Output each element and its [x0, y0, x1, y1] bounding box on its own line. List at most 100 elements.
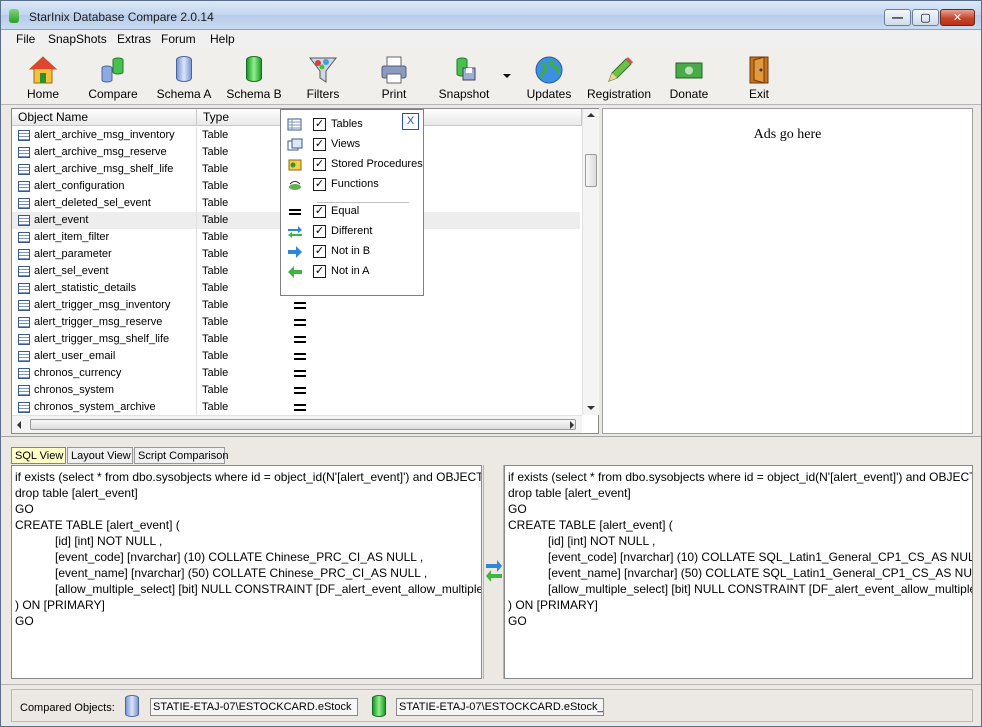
- snapshot-dropdown-arrow[interactable]: [503, 74, 511, 78]
- horizontal-scrollbar[interactable]: [12, 415, 582, 433]
- object-name: alert_trigger_msg_shelf_life: [34, 333, 170, 345]
- filter-stored-procedures-checkbox[interactable]: ✓: [313, 158, 326, 171]
- filter-equal[interactable]: ✓ Equal: [281, 203, 423, 221]
- table-row[interactable]: alert_user_email Table: [12, 348, 580, 365]
- object-type: Table: [202, 350, 229, 362]
- column-separator: [196, 331, 197, 348]
- column-header-object-name[interactable]: Object Name: [12, 109, 197, 126]
- ads-text: Ads go here: [753, 127, 822, 142]
- menu-forum[interactable]: Forum: [161, 32, 196, 46]
- sql-pane-left[interactable]: if exists (select * from dbo.sysobjects …: [11, 465, 482, 679]
- filter-functions-checkbox[interactable]: ✓: [313, 178, 326, 191]
- sync-arrows-icon[interactable]: [485, 556, 503, 584]
- table-row[interactable]: chronos_currency Table: [12, 365, 580, 382]
- arrow-right-icon: [288, 246, 302, 258]
- table-icon: [18, 181, 30, 192]
- donate-button[interactable]: Donate: [665, 48, 713, 104]
- snapshot-label: Snapshot: [438, 87, 490, 101]
- filter-not-in-b[interactable]: ✓ Not in B: [281, 243, 423, 261]
- sql-pane-right[interactable]: if exists (select * from dbo.sysobjects …: [504, 465, 973, 679]
- filter-equal-label: Equal: [331, 205, 360, 217]
- menu-extras[interactable]: Extras: [117, 32, 151, 46]
- filter-not-in-b-label: Not in B: [331, 245, 371, 257]
- filter-stored-procedures[interactable]: ✓ Stored Procedures: [281, 156, 423, 174]
- object-type: Table: [202, 231, 229, 243]
- compared-objects-box: Compared Objects: STATIE-ETAJ-07\ESTOCKC…: [11, 689, 973, 722]
- sql-line: drop table [alert_event]: [508, 486, 631, 500]
- updates-button[interactable]: Updates: [523, 48, 575, 104]
- filter-not-in-b-checkbox[interactable]: ✓: [313, 245, 326, 258]
- vertical-scroll-thumb[interactable]: [585, 154, 597, 187]
- scroll-down-icon[interactable]: [587, 406, 595, 410]
- tab-script-comparison[interactable]: Script Comparison: [134, 447, 228, 464]
- sql-line: [event_code] [nvarchar] (10) COLLATE Chi…: [15, 550, 424, 564]
- object-type: Table: [202, 367, 229, 379]
- filter-tables[interactable]: ✓ Tables: [281, 116, 423, 134]
- minimize-button[interactable]: —: [884, 9, 911, 26]
- registration-button[interactable]: Registration: [585, 48, 653, 104]
- database-a-field: STATIE-ETAJ-07\ESTOCKCARD.eStock: [150, 698, 358, 716]
- schema-a-button[interactable]: Schema A: [153, 48, 215, 104]
- column-header-type[interactable]: Type: [197, 109, 287, 126]
- table-row[interactable]: alert_trigger_msg_reserve Table: [12, 314, 580, 331]
- close-button[interactable]: ✕: [940, 9, 975, 26]
- table-icon: [18, 266, 30, 277]
- object-name: alert_item_filter: [34, 231, 110, 243]
- exit-button[interactable]: Exit: [737, 48, 781, 104]
- exit-label: Exit: [748, 87, 769, 101]
- scroll-left-icon[interactable]: [17, 421, 21, 429]
- horizontal-scroll-thumb[interactable]: [30, 419, 576, 430]
- object-name: alert_archive_msg_reserve: [34, 146, 167, 158]
- filter-tables-checkbox[interactable]: ✓: [313, 118, 326, 131]
- schema-a-icon: [169, 54, 199, 86]
- column-separator: [196, 161, 197, 178]
- filter-not-in-a-checkbox[interactable]: ✓: [313, 265, 326, 278]
- snapshot-button[interactable]: Snapshot: [431, 48, 497, 104]
- filter-functions[interactable]: ✓ Functions: [281, 176, 423, 194]
- table-row[interactable]: chronos_system Table: [12, 382, 580, 399]
- filter-not-in-a-label: Not in A: [331, 265, 370, 277]
- filter-different-checkbox[interactable]: ✓: [313, 225, 326, 238]
- filters-button[interactable]: Filters: [298, 48, 348, 104]
- tab-sql-view[interactable]: SQL View: [11, 447, 66, 464]
- maximize-button[interactable]: ▢: [912, 9, 939, 26]
- tables-icon: [287, 118, 302, 131]
- column-separator: [196, 382, 197, 399]
- scroll-right-icon[interactable]: [570, 421, 574, 429]
- compare-button[interactable]: Compare: [83, 48, 143, 104]
- menu-snapshots[interactable]: SnapShots: [48, 32, 107, 46]
- schema-b-button[interactable]: Schema B: [223, 48, 285, 104]
- filter-views-checkbox[interactable]: ✓: [313, 138, 326, 151]
- table-icon: [18, 402, 30, 413]
- filter-not-in-a[interactable]: ✓ Not in A: [281, 263, 423, 281]
- filter-equal-checkbox[interactable]: ✓: [313, 205, 326, 218]
- filters-label: Filters: [306, 87, 340, 101]
- table-row[interactable]: alert_trigger_msg_shelf_life Table: [12, 331, 580, 348]
- close-icon: ✕: [952, 12, 963, 24]
- filter-views[interactable]: ✓ Views: [281, 136, 423, 154]
- tab-layout-view[interactable]: Layout View: [67, 447, 133, 464]
- vertical-scrollbar[interactable]: [582, 109, 599, 415]
- app-window: StarInix Database Compare 2.0.14 — ▢ ✕ F…: [0, 0, 982, 727]
- sql-gutter: [483, 465, 504, 679]
- arrow-left-icon: [288, 266, 302, 278]
- object-name: alert_configuration: [34, 180, 125, 192]
- object-name: alert_trigger_msg_inventory: [34, 299, 171, 311]
- print-button[interactable]: Print: [369, 48, 419, 104]
- horizontal-splitter[interactable]: [1, 436, 981, 442]
- table-row[interactable]: chronos_system_archive Table: [12, 399, 580, 416]
- door-exit-icon: [749, 56, 769, 84]
- table-icon: [18, 215, 30, 226]
- filter-different[interactable]: ✓ Different: [281, 223, 423, 241]
- object-type: Table: [202, 129, 229, 141]
- table-row[interactable]: alert_trigger_msg_inventory Table: [12, 297, 580, 314]
- filter-icon: [308, 57, 338, 83]
- scroll-up-icon[interactable]: [587, 113, 595, 117]
- table-icon: [18, 232, 30, 243]
- home-button[interactable]: Home: [15, 48, 71, 104]
- sql-line: [id] [int] NOT NULL ,: [508, 534, 656, 548]
- menu-file[interactable]: File: [16, 32, 35, 46]
- menu-help[interactable]: Help: [210, 32, 235, 46]
- sql-line: ) ON [PRIMARY]: [15, 598, 105, 612]
- sql-line: GO: [15, 614, 34, 628]
